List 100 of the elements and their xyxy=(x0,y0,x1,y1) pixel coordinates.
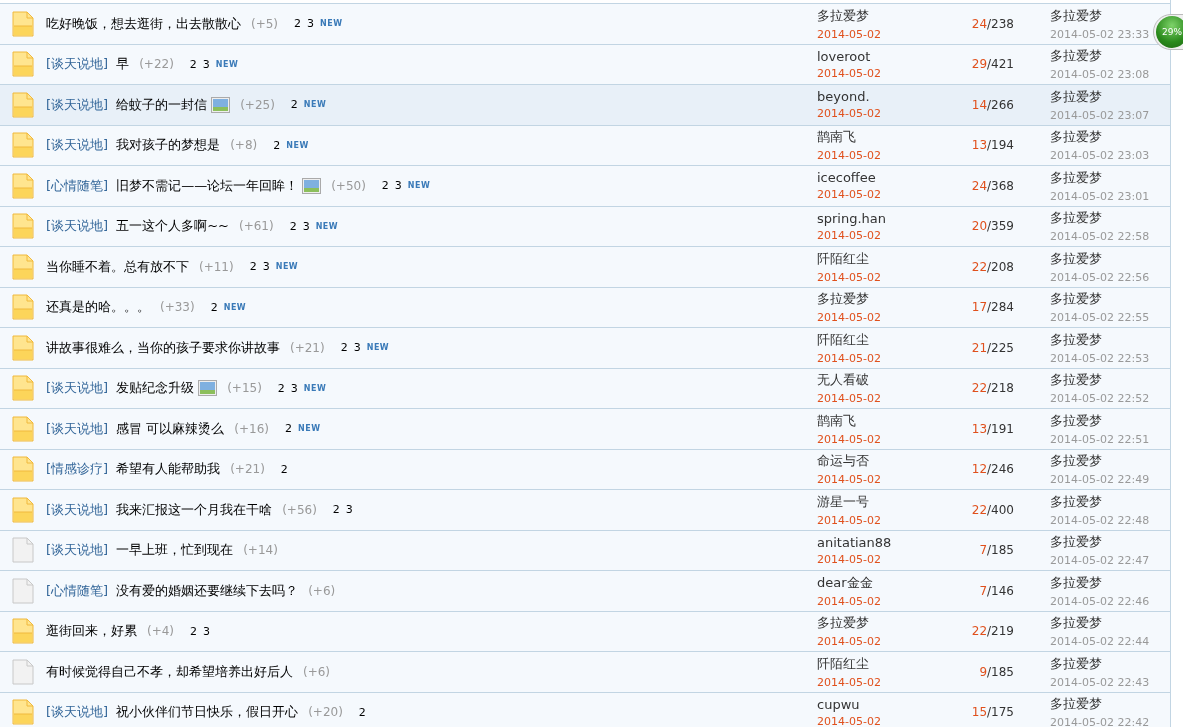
last-poster-link[interactable]: 多拉爱梦 xyxy=(1050,128,1102,147)
topic-title-link[interactable]: 没有爱的婚姻还要继续下去吗？ xyxy=(116,581,299,600)
category-link[interactable]: [谈天说地] xyxy=(46,419,109,438)
page-link[interactable]: 2 xyxy=(189,57,197,71)
page-link[interactable]: 2 xyxy=(273,138,281,152)
topic-title-link[interactable]: 发贴纪念升级 xyxy=(116,379,195,398)
page-link[interactable]: 2 xyxy=(277,381,285,395)
author-link[interactable]: dear金金 xyxy=(817,573,873,592)
last-poster-link[interactable]: 多拉爱梦 xyxy=(1050,492,1102,511)
topic-title-link[interactable]: 旧梦不需记——论坛一年回眸！ xyxy=(116,176,299,195)
reply-increment: (+33) xyxy=(160,300,195,315)
last-poster-link[interactable]: 多拉爱梦 xyxy=(1050,168,1102,187)
page-link[interactable]: 3 xyxy=(203,624,211,638)
page-link[interactable]: 3 xyxy=(307,17,315,31)
reply-increment: (+50) xyxy=(331,178,366,193)
topic-title-link[interactable]: 早 xyxy=(116,55,130,74)
last-poster-link[interactable]: 多拉爱梦 xyxy=(1050,695,1102,714)
page-link[interactable]: 2 xyxy=(285,422,292,436)
last-poster-link[interactable]: 多拉爱梦 xyxy=(1050,371,1102,390)
page-link[interactable]: 2 xyxy=(280,462,288,476)
topic-title-link[interactable]: 给蚊子的一封信 xyxy=(116,95,208,114)
author-link[interactable]: 命运与否 xyxy=(817,452,869,471)
author-link[interactable]: 鹊南飞 xyxy=(817,411,856,430)
last-poster-link[interactable]: 多拉爱梦 xyxy=(1050,87,1102,106)
category-link[interactable]: [心情随笔] xyxy=(46,176,109,195)
last-poster-link[interactable]: 多拉爱梦 xyxy=(1050,249,1102,268)
author-link[interactable]: cupwu xyxy=(817,696,860,712)
new-label: NEW xyxy=(366,343,390,353)
category-link[interactable]: [谈天说地] xyxy=(46,379,109,398)
last-poster-link[interactable]: 多拉爱梦 xyxy=(1050,209,1102,228)
page-link[interactable]: 3 xyxy=(394,179,402,193)
reply-increment: (+61) xyxy=(238,219,274,234)
author-link[interactable]: beyond. xyxy=(817,89,870,105)
author-link[interactable]: 阡陌红尘 xyxy=(817,654,869,673)
topic-title-link[interactable]: 我对孩子的梦想是 xyxy=(116,136,221,155)
category-link[interactable]: [心情随笔] xyxy=(46,581,109,600)
last-poster-link[interactable]: 多拉爱梦 xyxy=(1050,573,1102,592)
reply-view-count: 21/225 xyxy=(970,340,1015,355)
last-poster-link[interactable]: 多拉爱梦 xyxy=(1050,614,1102,633)
author-link[interactable]: spring.han xyxy=(817,210,887,226)
category-link[interactable]: [谈天说地] xyxy=(46,55,109,74)
author-link[interactable]: 多拉爱梦 xyxy=(817,6,869,25)
category-link[interactable]: [谈天说地] xyxy=(46,217,109,236)
topic-title-link[interactable]: 我来汇报这一个月我在干啥 xyxy=(116,500,273,519)
topic-title-link[interactable]: 还真是的哈。。。 xyxy=(46,298,150,317)
page-link[interactable]: 2 xyxy=(289,219,297,233)
last-poster-link[interactable]: 多拉爱梦 xyxy=(1050,330,1102,349)
page-link[interactable]: 2 xyxy=(190,624,198,638)
reply-increment: (+21) xyxy=(230,462,265,477)
page-link[interactable]: 2 xyxy=(294,17,302,31)
page-link[interactable]: 2 xyxy=(290,98,298,112)
topic-title-link[interactable]: 一早上班，忙到现在 xyxy=(116,541,234,560)
author-link[interactable]: 阡陌红尘 xyxy=(817,330,869,349)
last-poster-link[interactable]: 多拉爱梦 xyxy=(1050,411,1102,430)
topic-title-link[interactable]: 希望有人能帮助我 xyxy=(116,460,221,479)
page-link[interactable]: 2 xyxy=(210,300,218,314)
author-link[interactable]: icecoffee xyxy=(817,170,876,186)
last-poster-link[interactable]: 多拉爱梦 xyxy=(1050,47,1102,66)
author-link[interactable]: 多拉爱梦 xyxy=(817,290,869,309)
last-poster-link[interactable]: 多拉爱梦 xyxy=(1050,654,1102,673)
page-link[interactable]: 2 xyxy=(358,705,366,719)
reply-increment: (+6) xyxy=(308,583,336,598)
author-link[interactable]: 阡陌红尘 xyxy=(817,249,869,268)
category-link[interactable]: [谈天说地] xyxy=(46,703,109,722)
category-link[interactable]: [谈天说地] xyxy=(46,500,109,519)
author-link[interactable]: 鹊南飞 xyxy=(817,128,856,147)
category-link[interactable]: [谈天说地] xyxy=(46,95,109,114)
topic-title-link[interactable]: 有时候觉得自己不孝，却希望培养出好后人 xyxy=(46,662,293,681)
page-link[interactable]: 2 xyxy=(332,503,340,517)
topic-title-link[interactable]: 当你睡不着。总有放不下 xyxy=(46,257,189,276)
topic-title-link[interactable]: 五一这个人多啊~~ xyxy=(116,217,229,236)
last-poster-link[interactable]: 多拉爱梦 xyxy=(1050,452,1102,471)
category-link[interactable]: [情感诊疗] xyxy=(46,460,109,479)
topic-title-link[interactable]: 感冒 可以麻辣烫么 xyxy=(116,419,225,438)
page-link[interactable]: 3 xyxy=(302,219,310,233)
post-date: 2014-05-02 xyxy=(817,635,881,649)
page-link[interactable]: 3 xyxy=(262,260,270,274)
last-poster-link[interactable]: 多拉爱梦 xyxy=(1050,533,1102,552)
author-link[interactable]: 游星一号 xyxy=(817,492,869,511)
topic-title-link[interactable]: 吃好晚饭，想去逛街，出去散散心 xyxy=(46,14,241,33)
page-link[interactable]: 3 xyxy=(345,503,353,517)
page-link[interactable]: 2 xyxy=(381,179,389,193)
page-link[interactable]: 2 xyxy=(340,341,348,355)
category-link[interactable]: [谈天说地] xyxy=(46,136,109,155)
topic-title-link[interactable]: 祝小伙伴们节日快乐，假日开心 xyxy=(116,703,299,722)
page-link[interactable]: 3 xyxy=(202,57,210,71)
last-poster-link[interactable]: 多拉爱梦 xyxy=(1050,6,1102,25)
category-link[interactable]: [谈天说地] xyxy=(46,541,109,560)
author-link[interactable]: 多拉爱梦 xyxy=(817,614,869,633)
author-link[interactable]: anitatian88 xyxy=(817,534,892,550)
topic-title-link[interactable]: 逛街回来，好累 xyxy=(46,622,137,641)
post-date: 2014-05-02 xyxy=(817,351,881,365)
last-poster-link[interactable]: 多拉爱梦 xyxy=(1050,290,1102,309)
page-link[interactable]: 3 xyxy=(353,341,361,355)
page-link[interactable]: 2 xyxy=(249,260,257,274)
author-link[interactable]: 无人看破 xyxy=(817,371,869,390)
author-link[interactable]: loveroot xyxy=(817,48,871,64)
page-link[interactable]: 3 xyxy=(290,381,298,395)
new-label: NEW xyxy=(320,19,343,29)
topic-title-link[interactable]: 讲故事很难么，当你的孩子要求你讲故事 xyxy=(46,338,280,357)
